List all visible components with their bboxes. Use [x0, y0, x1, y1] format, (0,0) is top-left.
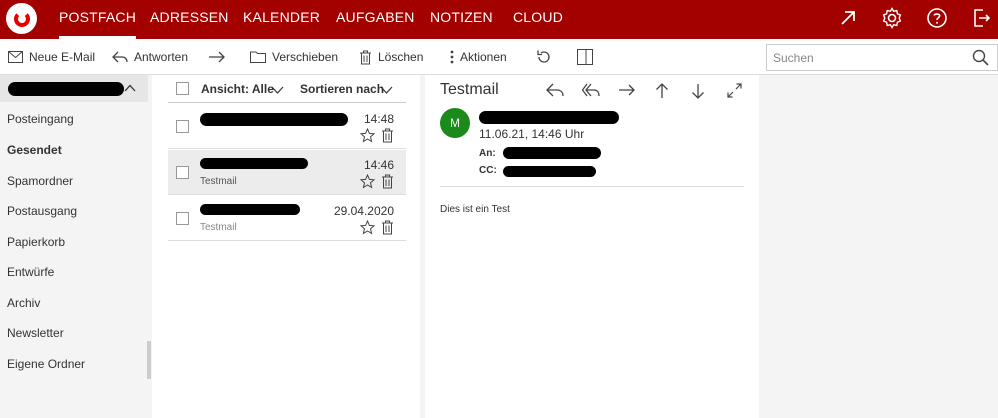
- redacted-cc: [503, 166, 596, 177]
- folder-papierkorb[interactable]: Papierkorb: [7, 235, 65, 249]
- move-label: Verschieben: [272, 50, 339, 64]
- sender-avatar: M: [440, 108, 470, 138]
- top-navigation: POSTFACH ADRESSEN KALENDER AUFGABEN NOTI…: [0, 0, 998, 39]
- tab-kalender[interactable]: KALENDER: [243, 0, 320, 39]
- message-date: 29.04.2020: [333, 204, 394, 218]
- folder-spamordner[interactable]: Spamordner: [7, 174, 73, 188]
- message-checkbox[interactable]: [176, 166, 189, 179]
- folder-postausgang[interactable]: Postausgang: [7, 204, 77, 218]
- folder-archiv[interactable]: Archiv: [7, 296, 40, 310]
- header-divider: [440, 186, 744, 187]
- undo-icon: [537, 50, 550, 63]
- move-button[interactable]: Verschieben: [250, 39, 338, 75]
- select-all-checkbox[interactable]: [176, 82, 189, 95]
- new-mail-button[interactable]: Neue E-Mail: [8, 39, 95, 75]
- arrow-right-icon: [209, 51, 225, 63]
- tab-postfach[interactable]: POSTFACH: [59, 0, 137, 39]
- folder-entwuerfe[interactable]: Entwürfe: [7, 265, 54, 279]
- reading-pane: Testmail M 11.06.21, 14:46 Uhr An: CC: D…: [425, 75, 759, 418]
- message-checkbox[interactable]: [176, 120, 189, 133]
- folder-eigene-ordner[interactable]: Eigene Ordner: [7, 357, 85, 371]
- reply-label: Antworten: [134, 50, 189, 64]
- message-subject: Testmail: [200, 222, 237, 233]
- star-icon[interactable]: [360, 174, 375, 189]
- actions-button[interactable]: Aktionen: [450, 39, 507, 75]
- trash-icon[interactable]: [381, 174, 394, 189]
- vodafone-logo[interactable]: [6, 3, 37, 34]
- tab-aufgaben[interactable]: AUFGABEN: [336, 0, 415, 39]
- reply-button[interactable]: Antworten: [112, 39, 188, 75]
- message-time: 14:48: [363, 112, 394, 126]
- folder-newsletter[interactable]: Newsletter: [7, 326, 64, 340]
- message-date: 11.06.21, 14:46 Uhr: [479, 127, 585, 141]
- trash-icon[interactable]: [381, 128, 394, 143]
- message-body: Dies ist ein Test: [440, 204, 510, 215]
- forward-button[interactable]: [208, 39, 226, 75]
- gear-icon[interactable]: [880, 6, 904, 30]
- chevron-down-icon[interactable]: [380, 86, 393, 94]
- layout-toggle-button[interactable]: [577, 39, 593, 75]
- message-subject: Testmail: [200, 176, 237, 187]
- message-row[interactable]: 14:48: [168, 104, 406, 149]
- split-view-icon: [577, 49, 593, 65]
- message-time: 14:46: [363, 158, 394, 172]
- help-icon[interactable]: [925, 6, 949, 30]
- star-icon[interactable]: [360, 220, 375, 235]
- redacted-sender: [200, 204, 300, 215]
- sort-label[interactable]: Sortieren nach: [300, 82, 384, 96]
- message-list: Ansicht: Alle Sortieren nach 14:48 14:46…: [152, 75, 420, 418]
- message-row-selected[interactable]: 14:46 Testmail: [168, 150, 406, 195]
- chevron-down-icon[interactable]: [271, 86, 284, 94]
- reply-icon[interactable]: [546, 83, 564, 97]
- redacted-sender: [200, 113, 348, 126]
- redacted-account-name: [8, 82, 124, 96]
- folder-posteingang[interactable]: Posteingang: [7, 112, 74, 126]
- trash-icon: [360, 50, 371, 64]
- external-link-icon[interactable]: [836, 6, 860, 30]
- arrow-down-icon[interactable]: [691, 83, 705, 99]
- refresh-button[interactable]: [536, 39, 552, 75]
- forward-icon[interactable]: [618, 83, 636, 97]
- new-mail-label: Neue E-Mail: [29, 50, 96, 64]
- folder-gesendet[interactable]: Gesendet: [7, 143, 62, 157]
- sidebar-scrollbar[interactable]: [147, 341, 151, 379]
- arrow-up-icon[interactable]: [655, 83, 669, 99]
- logo-mark: [13, 10, 30, 27]
- reply-all-icon[interactable]: [582, 83, 600, 97]
- trash-icon[interactable]: [381, 220, 394, 235]
- expand-icon[interactable]: [727, 83, 742, 98]
- cc-label: CC:: [479, 165, 497, 176]
- star-icon[interactable]: [360, 128, 375, 143]
- tab-cloud[interactable]: CLOUD: [513, 0, 563, 39]
- redacted-sender: [479, 111, 619, 124]
- message-title: Testmail: [440, 81, 499, 98]
- tab-adressen[interactable]: ADRESSEN: [150, 0, 229, 39]
- search-box[interactable]: [766, 44, 998, 71]
- account-selector[interactable]: [0, 75, 148, 102]
- actions-label: Aktionen: [460, 50, 507, 64]
- search-icon[interactable]: [972, 49, 989, 66]
- envelope-icon: [8, 51, 23, 63]
- folder-sidebar: Posteingang Gesendet Spamordner Postausg…: [0, 75, 152, 418]
- folder-icon: [250, 51, 266, 63]
- to-label: An:: [479, 148, 496, 159]
- chevron-up-icon[interactable]: [124, 84, 136, 92]
- list-header: Ansicht: Alle Sortieren nach: [168, 75, 406, 103]
- redacted-recipient: [503, 147, 601, 159]
- logout-icon[interactable]: [969, 6, 993, 30]
- delete-label: Löschen: [378, 50, 424, 64]
- message-row[interactable]: 29.04.2020 Testmail: [168, 196, 406, 241]
- delete-button[interactable]: Löschen: [359, 39, 423, 75]
- reply-icon: [112, 51, 128, 63]
- more-vertical-icon: [450, 50, 454, 64]
- search-input[interactable]: [767, 45, 957, 70]
- redacted-sender: [200, 158, 308, 169]
- view-filter-label[interactable]: Ansicht: Alle: [201, 82, 274, 96]
- tab-notizen[interactable]: NOTIZEN: [430, 0, 493, 39]
- message-checkbox[interactable]: [176, 212, 189, 225]
